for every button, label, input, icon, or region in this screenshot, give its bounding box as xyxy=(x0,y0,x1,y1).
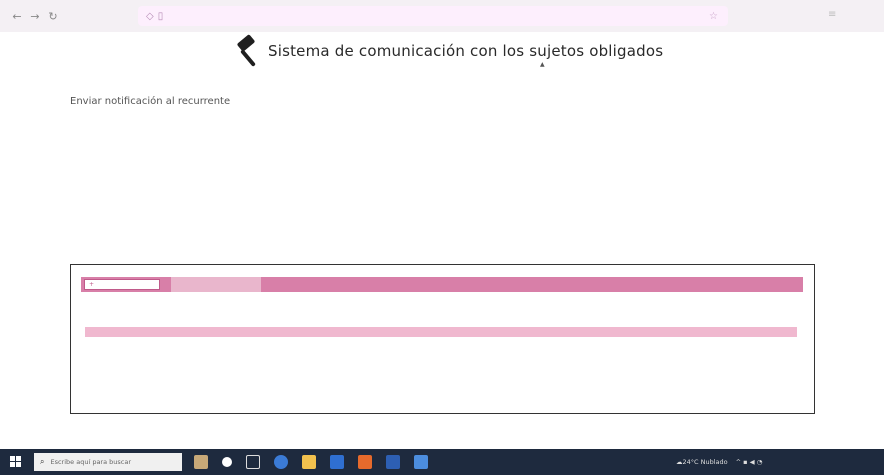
taskbar-search-input[interactable]: ⌕ Escribe aquí para buscar xyxy=(34,453,182,471)
mail-icon[interactable] xyxy=(330,455,344,469)
cortana-icon[interactable] xyxy=(222,457,232,467)
lock-icon: ▯ xyxy=(157,10,164,22)
browser-toolbar: ← → ↻ ◇ ▯ ☆ ≡ xyxy=(0,0,884,32)
forward-arrow-icon[interactable]: → xyxy=(26,10,44,23)
word-icon[interactable] xyxy=(386,455,400,469)
edge-browser-icon[interactable] xyxy=(274,455,288,469)
firefox-icon[interactable] xyxy=(358,455,372,469)
attachments-fieldset: + xyxy=(70,264,815,414)
windows-logo-icon[interactable] xyxy=(10,456,22,468)
taskbar-search-placeholder: Escribe aquí para buscar xyxy=(50,458,132,466)
user-icon: ▲ xyxy=(540,61,545,68)
user-info: ▲ xyxy=(540,61,545,68)
app-thumbnail-icon[interactable] xyxy=(194,455,208,469)
table-row xyxy=(85,341,797,355)
page-title: Sistema de comunicación con los sujetos … xyxy=(232,34,664,67)
app-title: Sistema de comunicación con los sujetos … xyxy=(268,42,664,60)
upload-toolbar: + xyxy=(81,277,803,292)
address-bar[interactable]: ◇ ▯ ☆ xyxy=(138,6,728,26)
weather-text: 24°C Nublado xyxy=(682,458,728,466)
tray-icons[interactable]: ^ ▪ ◀ ◔ xyxy=(736,458,763,466)
search-icon: ⌕ xyxy=(40,457,45,466)
os-taskbar: ⌕ Escribe aquí para buscar ☁ 24°C Nublad… xyxy=(0,449,884,475)
select-file-button[interactable]: + xyxy=(84,279,160,290)
upload-toolbar-highlight xyxy=(171,277,261,292)
table-row xyxy=(85,357,797,371)
plus-icon: + xyxy=(89,281,95,288)
table-row xyxy=(85,373,797,387)
browser-menu-icon[interactable]: ≡ xyxy=(828,9,836,20)
page-heading: Enviar notificación al recurrente xyxy=(70,96,231,107)
task-view-icon[interactable] xyxy=(246,455,260,469)
file-explorer-icon[interactable] xyxy=(302,455,316,469)
system-tray: ☁ 24°C Nublado ^ ▪ ◀ ◔ xyxy=(676,449,762,475)
back-arrow-icon[interactable]: ← xyxy=(8,10,26,23)
reload-icon[interactable]: ↻ xyxy=(44,10,62,23)
bookmark-star-icon[interactable]: ☆ xyxy=(709,11,718,22)
files-table-header xyxy=(85,327,797,337)
gavel-icon xyxy=(232,34,268,67)
shield-icon: ◇ xyxy=(146,10,154,22)
taskbar-apps xyxy=(194,455,442,469)
app-icon[interactable] xyxy=(414,455,428,469)
